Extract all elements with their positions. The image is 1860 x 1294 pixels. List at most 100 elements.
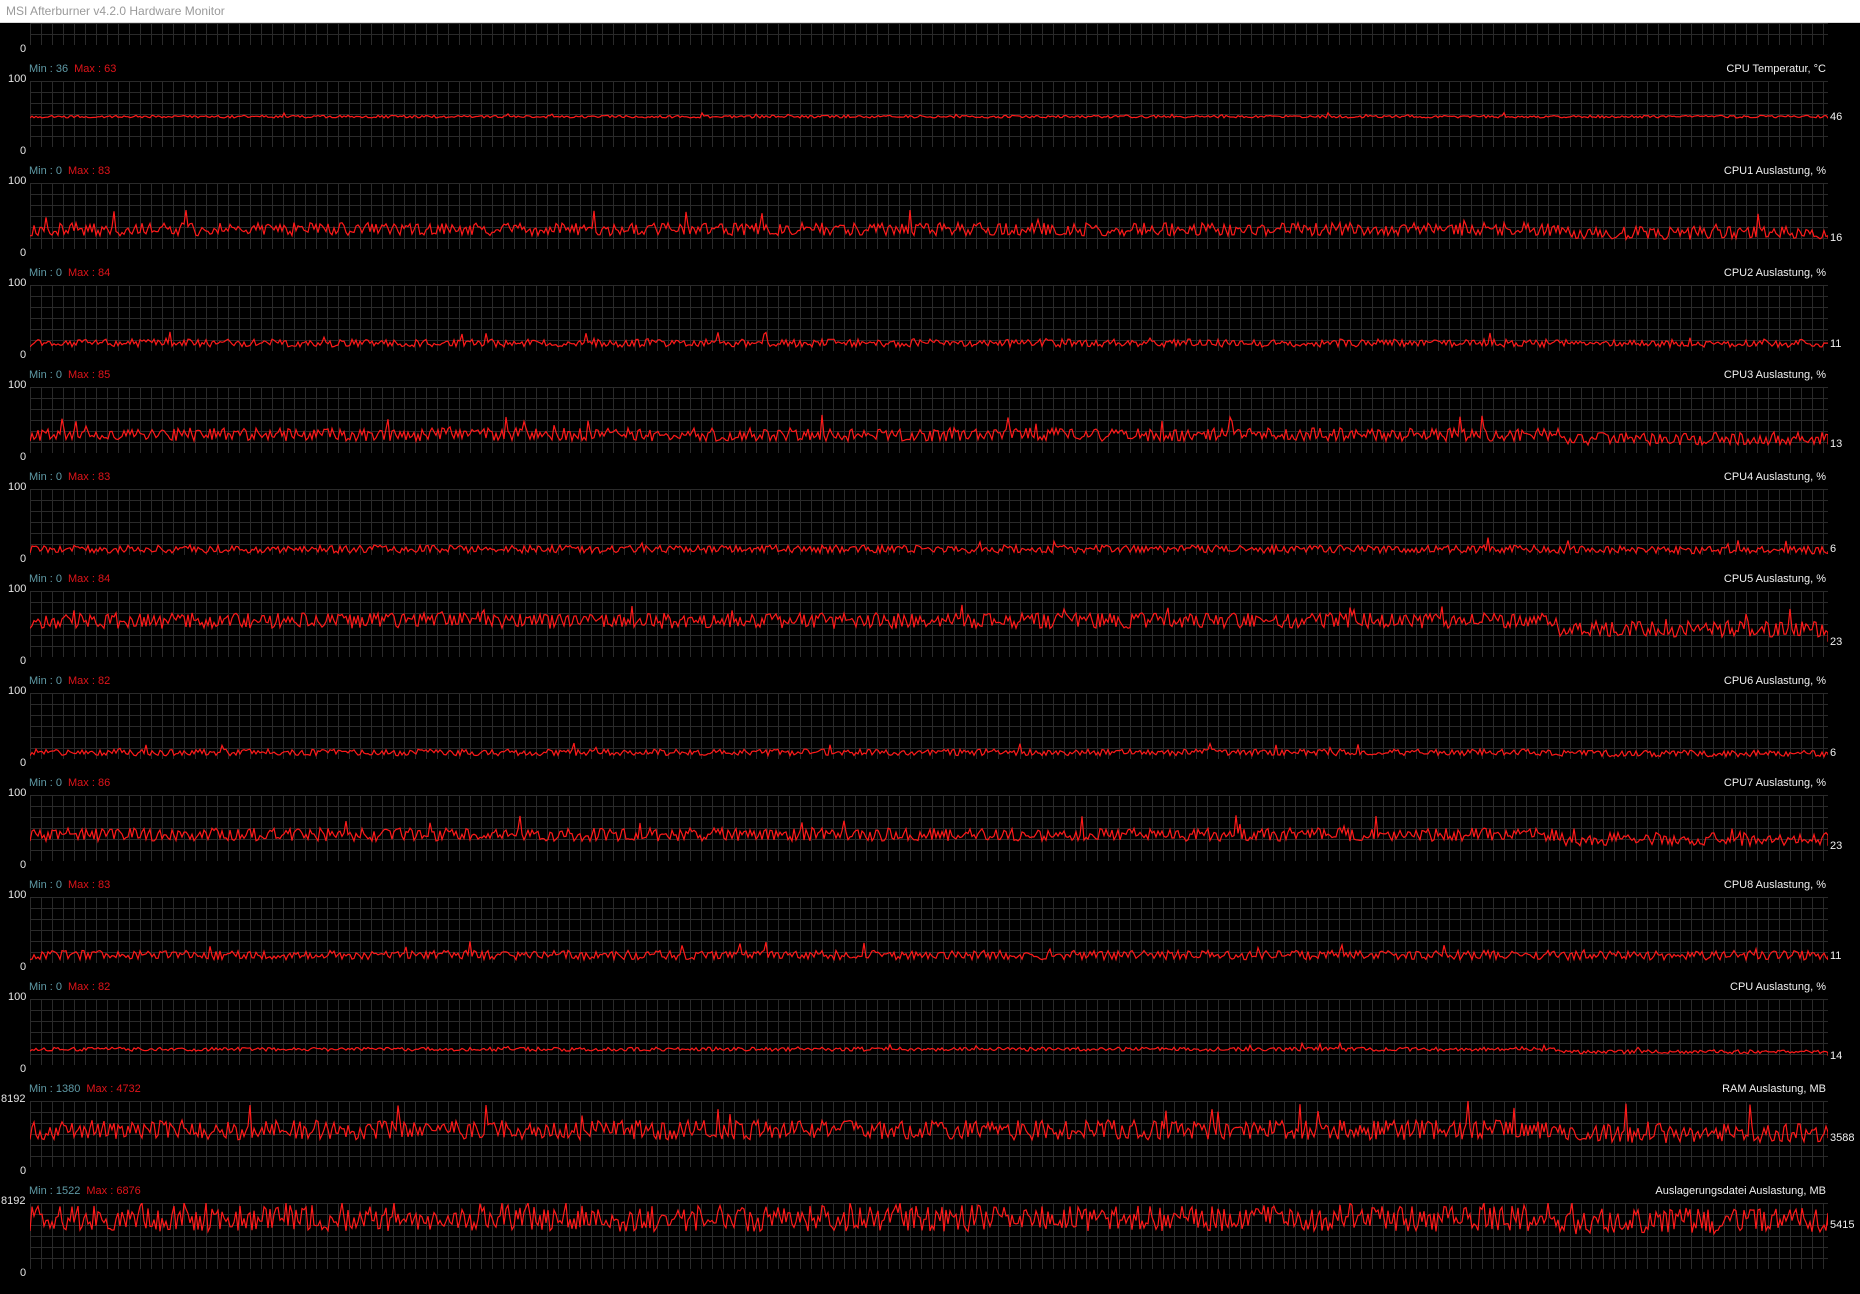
graph-series-line [30,1041,1828,1056]
graph-min-value: Min : 0 [29,471,63,483]
graph-panel[interactable]: Min : 36 Max : 63 CPU Temperatur, °C 100 0 46 [0,63,1860,165]
graph-minmax: Min : 0 Max : 86 [29,777,110,789]
graph-axis-min-label: 0 [20,1165,27,1177]
graph-panel[interactable]: 0 39 [0,23,1860,63]
graph-min-value: Min : 0 [29,369,63,381]
graph-current-value: 16 [1830,232,1843,245]
graph-series-line [30,210,1828,242]
graph-minmax: Min : 0 Max : 83 [29,879,110,891]
graph-axis-min-label: 0 [20,349,27,361]
graph-min-value: Min : 0 [29,573,63,585]
graph-min-value: Min : 0 [29,675,63,687]
graph-minmax: Min : 0 Max : 82 [29,675,110,687]
graph-max-value: Max : 4732 [86,1083,141,1095]
graph-title: CPU7 Auslastung, % [1723,777,1826,789]
graph-axis-min-label: 0 [20,145,27,157]
graph-max-value: Max : 85 [68,369,111,381]
graph-axis-max-label: 8192 [1,1195,26,1207]
graph-max-value: Max : 63 [74,63,117,75]
graph-panel[interactable]: Min : 0 Max : 83 CPU4 Auslastung, % 100 0 6 [0,471,1860,573]
graph-minmax: Min : 0 Max : 83 [29,471,110,483]
graph-series-line [30,815,1828,848]
graph-series-line [30,941,1828,962]
graph-plot[interactable] [30,1101,1828,1167]
graph-series-line [30,111,1828,119]
graph-max-value: Max : 84 [68,573,111,585]
graph-grid [30,387,1828,453]
graph-panel[interactable]: Min : 0 Max : 86 CPU7 Auslastung, % 100 0 23 [0,777,1860,879]
hardware-monitor-graphs[interactable]: 0 39 Min : 36 Max : 63 CPU Temperatur, °C 100… [0,23,1860,1294]
graph-min-value: Min : 1522 [29,1185,81,1197]
graph-axis-max-label: 100 [8,277,27,289]
graph-minmax: Min : 1522 Max : 6876 [29,1185,141,1197]
graph-panel[interactable]: Min : 0 Max : 83 CPU8 Auslastung, % 100 0 11 [0,879,1860,981]
graph-series-line [30,537,1828,555]
graph-panel[interactable]: Min : 0 Max : 82 CPU6 Auslastung, % 100 0 6 [0,675,1860,777]
graph-plot[interactable] [30,999,1828,1065]
graph-max-value: Max : 84 [68,267,111,279]
graph-axis-min-label: 0 [20,757,27,769]
graph-minmax: Min : 0 Max : 84 [29,267,110,279]
graph-min-value: Min : 0 [29,879,63,891]
graph-current-value: 23 [1830,839,1843,852]
graph-min-value: Min : 36 [29,63,69,75]
graph-plot[interactable] [30,183,1828,249]
graph-current-value: 6 [1830,747,1837,759]
graph-axis-min-label: 0 [20,1267,27,1279]
graph-plot[interactable] [30,23,1828,45]
graph-series-line [30,1101,1828,1145]
graph-panel[interactable]: Min : 0 Max : 83 CPU1 Auslastung, % 100 0 16 [0,165,1860,267]
graph-panel[interactable]: Min : 0 Max : 82 CPU Auslastung, % 100 0 14 [0,981,1860,1083]
graph-panel[interactable]: Min : 0 Max : 84 CPU2 Auslastung, % 100 0 11 [0,267,1860,369]
graph-current-value: 5415 [1830,1219,1855,1232]
graph-plot[interactable] [30,489,1828,555]
graph-plot[interactable] [30,1203,1828,1269]
graph-axis-max-label: 100 [8,481,27,493]
graph-series-line [30,414,1828,447]
graph-panel[interactable]: Min : 1522 Max : 6876 Auslagerungsdatei Au… [0,1185,1860,1287]
graph-plot[interactable] [30,693,1828,759]
graph-current-value: 14 [1830,1049,1843,1062]
graph-current-value: 11 [1830,337,1842,350]
window-titlebar[interactable]: MSI Afterburner v4.2.0 Hardware Monitor [0,0,1860,23]
graph-title: CPU1 Auslastung, % [1723,165,1826,177]
graph-grid [30,693,1828,759]
graph-grid [30,489,1828,555]
graph-max-value: Max : 83 [68,165,111,177]
graph-axis-max-label: 100 [8,175,27,187]
graph-axis-max-label: 100 [8,73,27,85]
graph-min-value: Min : 0 [29,981,63,993]
graph-axis-min-label: 0 [20,859,27,871]
graph-current-value: 6 [1830,543,1837,555]
graph-current-value: 3588 [1830,1132,1855,1145]
graph-min-value: Min : 0 [29,165,63,177]
graph-axis-min-label: 0 [20,43,27,55]
graph-title: CPU4 Auslastung, % [1723,471,1826,483]
graph-axis-min-label: 0 [20,655,27,667]
graph-panel[interactable]: Min : 0 Max : 85 CPU3 Auslastung, % 100 0 13 [0,369,1860,471]
graph-current-value: 13 [1830,438,1843,451]
graph-axis-max-label: 100 [8,787,27,799]
graph-series-line [30,331,1828,350]
graph-plot[interactable] [30,387,1828,453]
graph-grid [30,999,1828,1065]
graph-min-value: Min : 0 [29,267,63,279]
graph-axis-max-label: 100 [8,991,27,1003]
graph-grid [30,183,1828,249]
graph-plot[interactable] [30,897,1828,963]
graph-title: CPU6 Auslastung, % [1723,675,1826,687]
graph-plot[interactable] [30,591,1828,657]
graph-minmax: Min : 1380 Max : 4732 [29,1083,141,1095]
graph-max-value: Max : 83 [68,879,111,891]
graph-title: CPU5 Auslastung, % [1723,573,1826,585]
graph-plot[interactable] [30,795,1828,861]
graph-title: CPU2 Auslastung, % [1723,267,1826,279]
graph-panel[interactable]: Min : 1380 Max : 4732 RAM Auslastung, MB 81… [0,1083,1860,1185]
graph-panel[interactable]: Min : 0 Max : 84 CPU5 Auslastung, % 100 0 23 [0,573,1860,675]
graph-title: RAM Auslastung, MB [1722,1083,1826,1095]
graph-axis-max-label: 100 [8,379,27,391]
graph-plot[interactable] [30,285,1828,351]
graph-minmax: Min : 0 Max : 85 [29,369,110,381]
graph-current-value: 39 [1830,23,1842,25]
graph-plot[interactable] [30,81,1828,147]
